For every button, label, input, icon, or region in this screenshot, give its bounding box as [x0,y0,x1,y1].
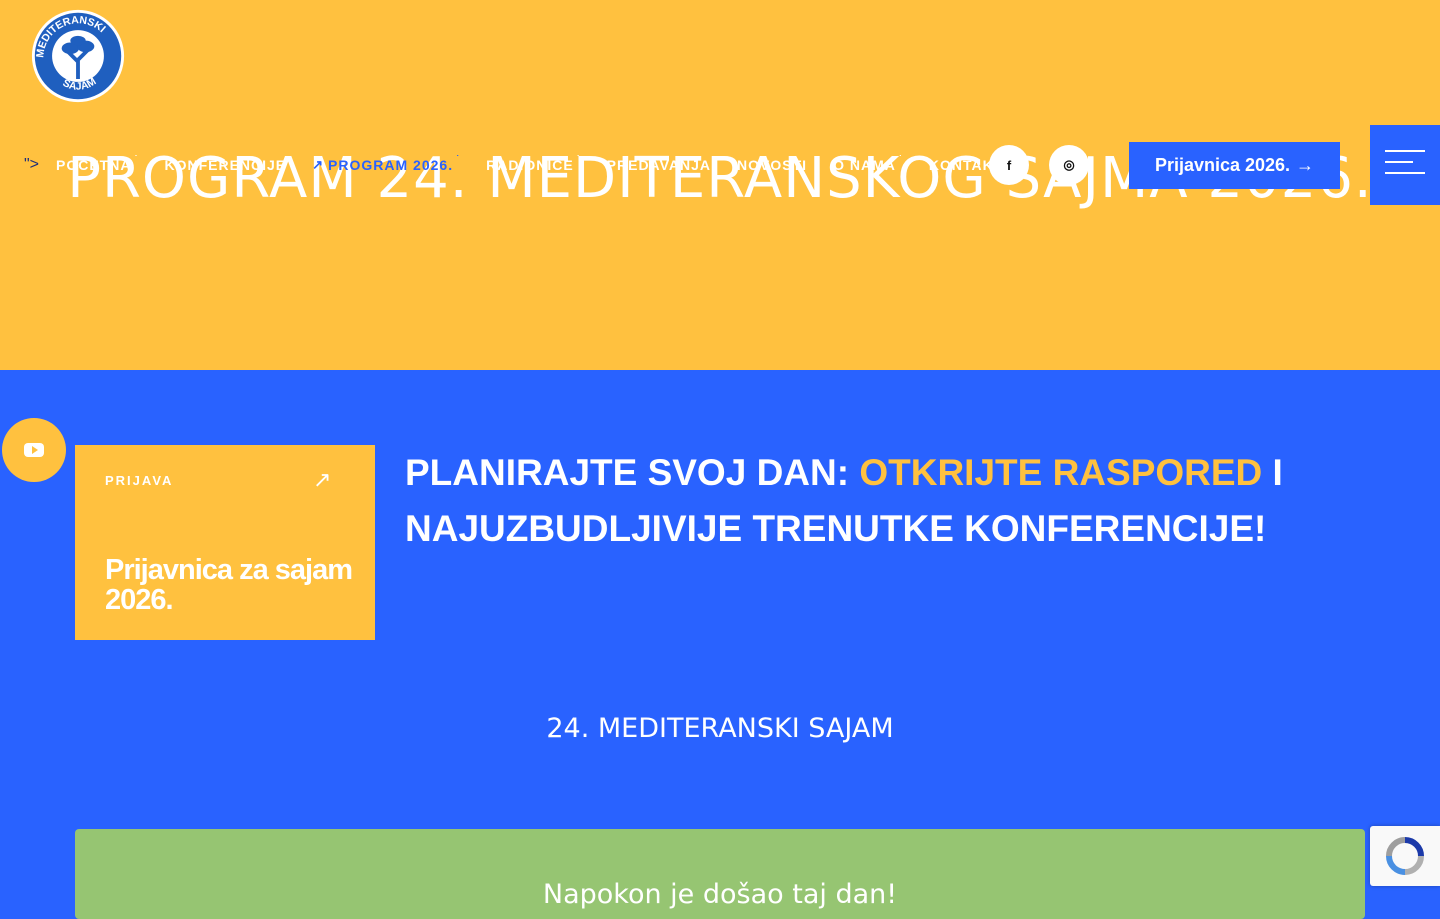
announcement-text: Napokon je došao taj dan! [542,879,898,910]
nav-item-predavanja[interactable]: PREDAVANJA [607,157,711,173]
arrow-up-right-icon: ↗ [312,157,325,172]
nav-item-konferencije[interactable]: KONFERENCIJE [164,157,286,173]
prijavnica-button[interactable]: Prijavnica 2026. → [1129,142,1340,189]
arrow-right-icon: → [1296,155,1315,175]
hamburger-menu-button[interactable] [1370,125,1440,205]
nav-label: RADIONICE [486,157,574,173]
nav-bullet: "> [24,156,40,173]
section-headline: PLANIRAJTE SVOJ DAN: OTKRIJTE RASPORED I… [405,445,1365,557]
dropdown-caret-icon: ˙ [456,154,461,164]
announcement-box: Napokon je došao taj dan! [75,829,1365,919]
nav-label: POČETNA [56,157,132,173]
nav-label: PROGRAM 2026. [328,157,454,173]
section-subtitle: 24. MEDITERANSKI SAJAM [546,713,894,744]
youtube-icon[interactable] [2,418,66,482]
nav-label: PREDAVANJA [606,157,712,173]
dropdown-caret-icon: ˙ [576,154,581,164]
nav-item-pocetna[interactable]: POČETNA ˙ [56,154,139,173]
nav-item-o-nama[interactable]: O NAMA ˙ [833,154,903,173]
card-label: PRIJAVA [105,473,174,488]
youtube-play-shape [24,443,44,457]
dropdown-caret-icon: ˙ [898,154,903,164]
dropdown-caret-icon: ˙ [134,154,139,164]
headline-highlight: OTKRIJTE RASPORED [859,452,1263,493]
facebook-icon[interactable]: f [989,145,1029,185]
menu-line [1385,150,1425,152]
nav-item-program[interactable]: ↗ PROGRAM 2026. ˙ [312,154,461,173]
nav-item-novosti[interactable]: NOVOSTI [737,157,807,173]
nav-label: O NAMA [833,157,896,173]
instagram-icon[interactable]: ◎ [1049,145,1089,185]
nav-label: KONFERENCIJE [164,157,287,173]
arrow-up-right-icon: ↗ [313,467,332,492]
prijava-card[interactable]: PRIJAVA ↗ Prijavnica za sajam 2026. [75,445,375,640]
menu-line [1385,172,1425,174]
site-logo[interactable]: MEDITERANSKI SAJAM [30,8,126,104]
prijavnica-button-label: Prijavnica 2026. [1154,155,1291,175]
hero-section: MEDITERANSKI SAJAM PROGRAM 24. MEDITERAN… [0,0,1440,370]
recaptcha-badge[interactable] [1370,826,1440,886]
nav-label: NOVOSTI [737,157,808,173]
menu-line [1385,161,1413,163]
recaptcha-icon [1386,837,1424,875]
headline-text: PLANIRAJTE SVOJ DAN: [405,452,860,493]
main-nav: "> POČETNA ˙ KONFERENCIJE ↗ PROGRAM 2026. ˙… [24,150,1029,180]
card-title: Prijavnica za sajam 2026. [105,554,353,616]
nav-item-radionice[interactable]: RADIONICE ˙ [486,154,581,173]
